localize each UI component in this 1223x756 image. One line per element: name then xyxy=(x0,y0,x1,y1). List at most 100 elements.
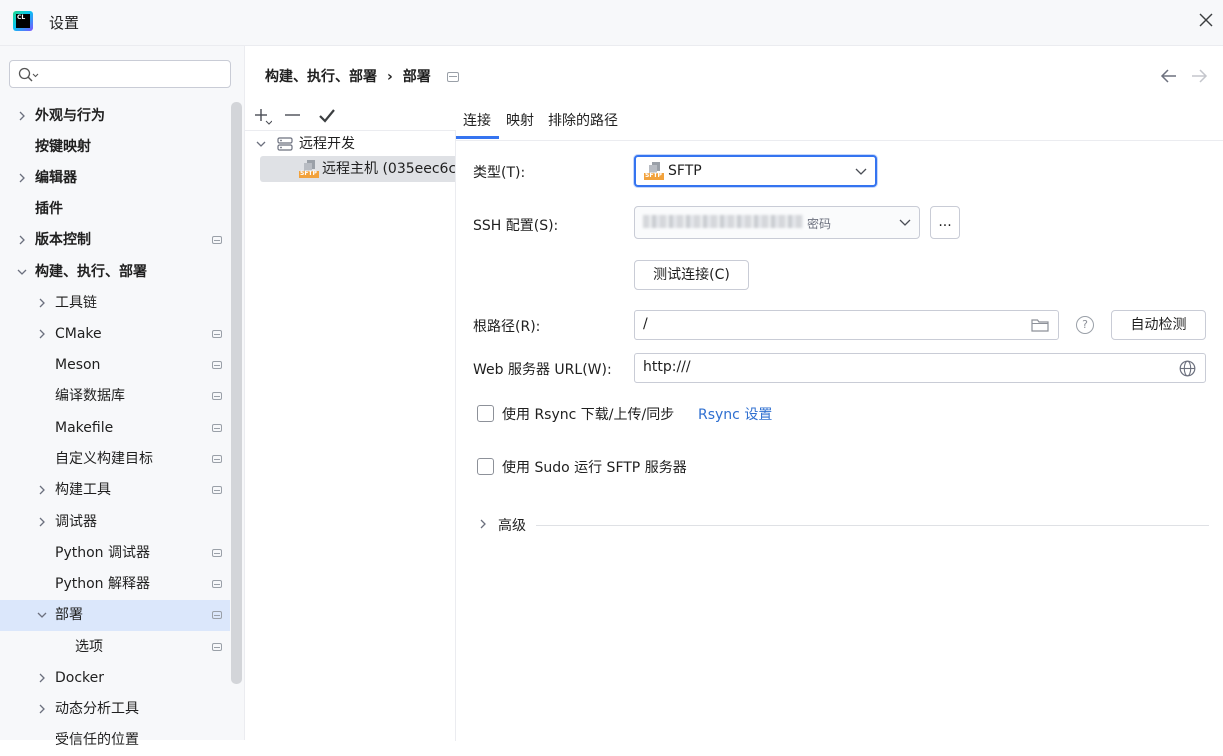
sidebar-item-trusted-locations[interactable]: 受信任的位置 xyxy=(0,725,230,756)
sidebar-item-label: 受信任的位置 xyxy=(55,732,139,748)
rsync-checkbox[interactable] xyxy=(477,405,494,422)
rsync-settings-link[interactable]: Rsync 设置 xyxy=(698,404,772,424)
search-input[interactable] xyxy=(9,60,231,88)
sidebar-item-vcs[interactable]: 版本控制 xyxy=(0,225,230,256)
chevron-right-icon[interactable] xyxy=(17,235,27,245)
sidebar-item-deployment[interactable]: 部署 xyxy=(0,600,230,631)
sidebar-item-label: Meson xyxy=(55,357,101,373)
sidebar-item-cmake[interactable]: CMake xyxy=(0,319,230,350)
project-scope-icon xyxy=(446,72,459,82)
sidebar-item-label: 插件 xyxy=(35,201,63,217)
active-tab-indicator xyxy=(456,136,499,139)
web-server-url-value: http:/// xyxy=(643,359,691,375)
test-connection-button[interactable]: 测试连接(C) xyxy=(634,260,749,290)
sidebar-item-label: 构建工具 xyxy=(55,482,111,498)
type-label: 类型(T): xyxy=(473,165,526,181)
chevron-down-icon[interactable] xyxy=(17,267,27,277)
web-server-url-label: Web 服务器 URL(W): xyxy=(473,362,612,378)
sidebar-item-appearance[interactable]: 外观与行为 xyxy=(0,101,230,132)
help-icon[interactable]: ? xyxy=(1076,316,1094,334)
sidebar-item-debugger[interactable]: 调试器 xyxy=(0,507,230,538)
sidebar-item-label: 按键映射 xyxy=(35,139,91,155)
chevron-right-icon[interactable] xyxy=(37,704,47,714)
sidebar-item-toolchains[interactable]: 工具链 xyxy=(0,288,230,319)
close-icon[interactable] xyxy=(1197,11,1215,29)
settings-sidebar: 外观与行为 按键映射 编辑器 插件 版本控制 构建、执行、部署 工具链 CMak… xyxy=(0,46,245,748)
sidebar-item-compilation-db[interactable]: 编译数据库 xyxy=(0,381,230,412)
tab-mappings[interactable]: 映射 xyxy=(506,110,534,130)
chevron-down-icon xyxy=(855,168,867,175)
server-item-label: 远程主机 (035eec6c xyxy=(322,161,455,177)
sidebar-item-python-debugger[interactable]: Python 调试器 xyxy=(0,538,230,569)
chevron-right-icon[interactable] xyxy=(37,673,47,683)
sidebar-item-label: 构建、执行、部署 xyxy=(35,264,147,280)
chevron-right-icon[interactable] xyxy=(37,329,47,339)
sidebar-item-label: Python 解释器 xyxy=(55,576,150,592)
sidebar-item-build-tools[interactable]: 构建工具 xyxy=(0,475,230,506)
root-path-input[interactable]: / xyxy=(634,310,1059,340)
sudo-label: 使用 Sudo 运行 SFTP 服务器 xyxy=(502,460,687,476)
ssh-config-dropdown[interactable]: 密码 xyxy=(634,206,920,239)
window-title: 设置 xyxy=(49,14,80,32)
chevron-right-icon[interactable] xyxy=(37,517,47,527)
sidebar-item-custom-build-targets[interactable]: 自定义构建目标 xyxy=(0,444,230,475)
type-value: SFTP xyxy=(668,163,702,179)
chevron-right-icon[interactable] xyxy=(478,519,488,529)
project-scope-icon xyxy=(212,455,222,463)
sidebar-item-label: 外观与行为 xyxy=(35,108,105,124)
ssh-config-label: SSH 配置(S): xyxy=(473,218,559,234)
sidebar-item-makefile[interactable]: Makefile xyxy=(0,413,230,444)
chevron-right-icon[interactable] xyxy=(37,485,47,495)
web-server-url-input[interactable]: http:/// xyxy=(634,353,1206,383)
sftp-icon-text: SFTP xyxy=(645,172,662,179)
breadcrumb-separator: › xyxy=(387,69,393,85)
sidebar-item-python-interpreter[interactable]: Python 解释器 xyxy=(0,569,230,600)
advanced-section-label[interactable]: 高级 xyxy=(498,515,526,535)
sidebar-item-meson[interactable]: Meson xyxy=(0,350,230,381)
sidebar-item-label: 部署 xyxy=(55,607,83,623)
root-path-label: 根路径(R): xyxy=(473,319,541,335)
sidebar-item-dynamic-analysis[interactable]: 动态分析工具 xyxy=(0,694,230,725)
ssh-config-browse-button[interactable]: ... xyxy=(930,206,960,239)
rsync-label: 使用 Rsync 下载/上传/同步 xyxy=(502,407,675,423)
globe-icon[interactable] xyxy=(1179,360,1196,377)
autodetect-button[interactable]: 自动检测 xyxy=(1111,310,1206,340)
sidebar-item-options[interactable]: 选项 xyxy=(0,632,230,663)
server-toolbar xyxy=(245,100,455,130)
project-scope-icon xyxy=(212,643,222,651)
server-item-remote-host[interactable]: SFTP 远程主机 (035eec6c xyxy=(260,156,455,182)
sidebar-item-keymap[interactable]: 按键映射 xyxy=(0,132,230,163)
chevron-right-icon[interactable] xyxy=(37,298,47,308)
arrow-right-icon[interactable] xyxy=(1189,68,1209,84)
title-bar: CL 设置 xyxy=(0,0,1223,46)
tab-connection[interactable]: 连接 xyxy=(463,110,491,130)
chevron-down-icon[interactable] xyxy=(37,610,47,620)
sidebar-item-docker[interactable]: Docker xyxy=(0,663,230,694)
chevron-right-icon[interactable] xyxy=(17,173,27,183)
sidebar-item-editor[interactable]: 编辑器 xyxy=(0,163,230,194)
sidebar-item-plugins[interactable]: 插件 xyxy=(0,194,230,225)
remove-icon[interactable] xyxy=(283,106,303,126)
sudo-checkbox[interactable] xyxy=(477,458,494,475)
type-dropdown[interactable]: SFTP SFTP xyxy=(634,155,877,187)
check-icon[interactable] xyxy=(317,106,337,126)
chevron-right-icon[interactable] xyxy=(17,111,27,121)
project-scope-icon xyxy=(212,330,222,338)
sidebar-item-label: Python 调试器 xyxy=(55,545,150,561)
sidebar-item-label: 编辑器 xyxy=(35,170,77,186)
settings-content: 构建、执行、部署 › 部署 远程开发 SFTP 远程主机 (035eec6c 连… xyxy=(245,46,1223,741)
folder-icon[interactable] xyxy=(1031,317,1049,333)
project-scope-icon xyxy=(212,361,222,369)
breadcrumb-current: 部署 xyxy=(402,69,431,85)
arrow-left-icon[interactable] xyxy=(1159,68,1179,84)
sidebar-scrollbar[interactable] xyxy=(231,102,242,684)
tab-excluded-paths[interactable]: 排除的路径 xyxy=(548,110,618,130)
sftp-icon: SFTP xyxy=(643,161,665,181)
sidebar-item-label: 编译数据库 xyxy=(55,388,125,404)
add-icon[interactable] xyxy=(252,106,272,126)
sidebar-item-build-exec-deploy[interactable]: 构建、执行、部署 xyxy=(0,257,230,288)
sidebar-item-label: 动态分析工具 xyxy=(55,701,139,717)
breadcrumb-parent[interactable]: 构建、执行、部署 xyxy=(265,69,377,85)
sidebar-item-label: 自定义构建目标 xyxy=(55,451,153,467)
chevron-down-icon[interactable] xyxy=(256,139,266,149)
